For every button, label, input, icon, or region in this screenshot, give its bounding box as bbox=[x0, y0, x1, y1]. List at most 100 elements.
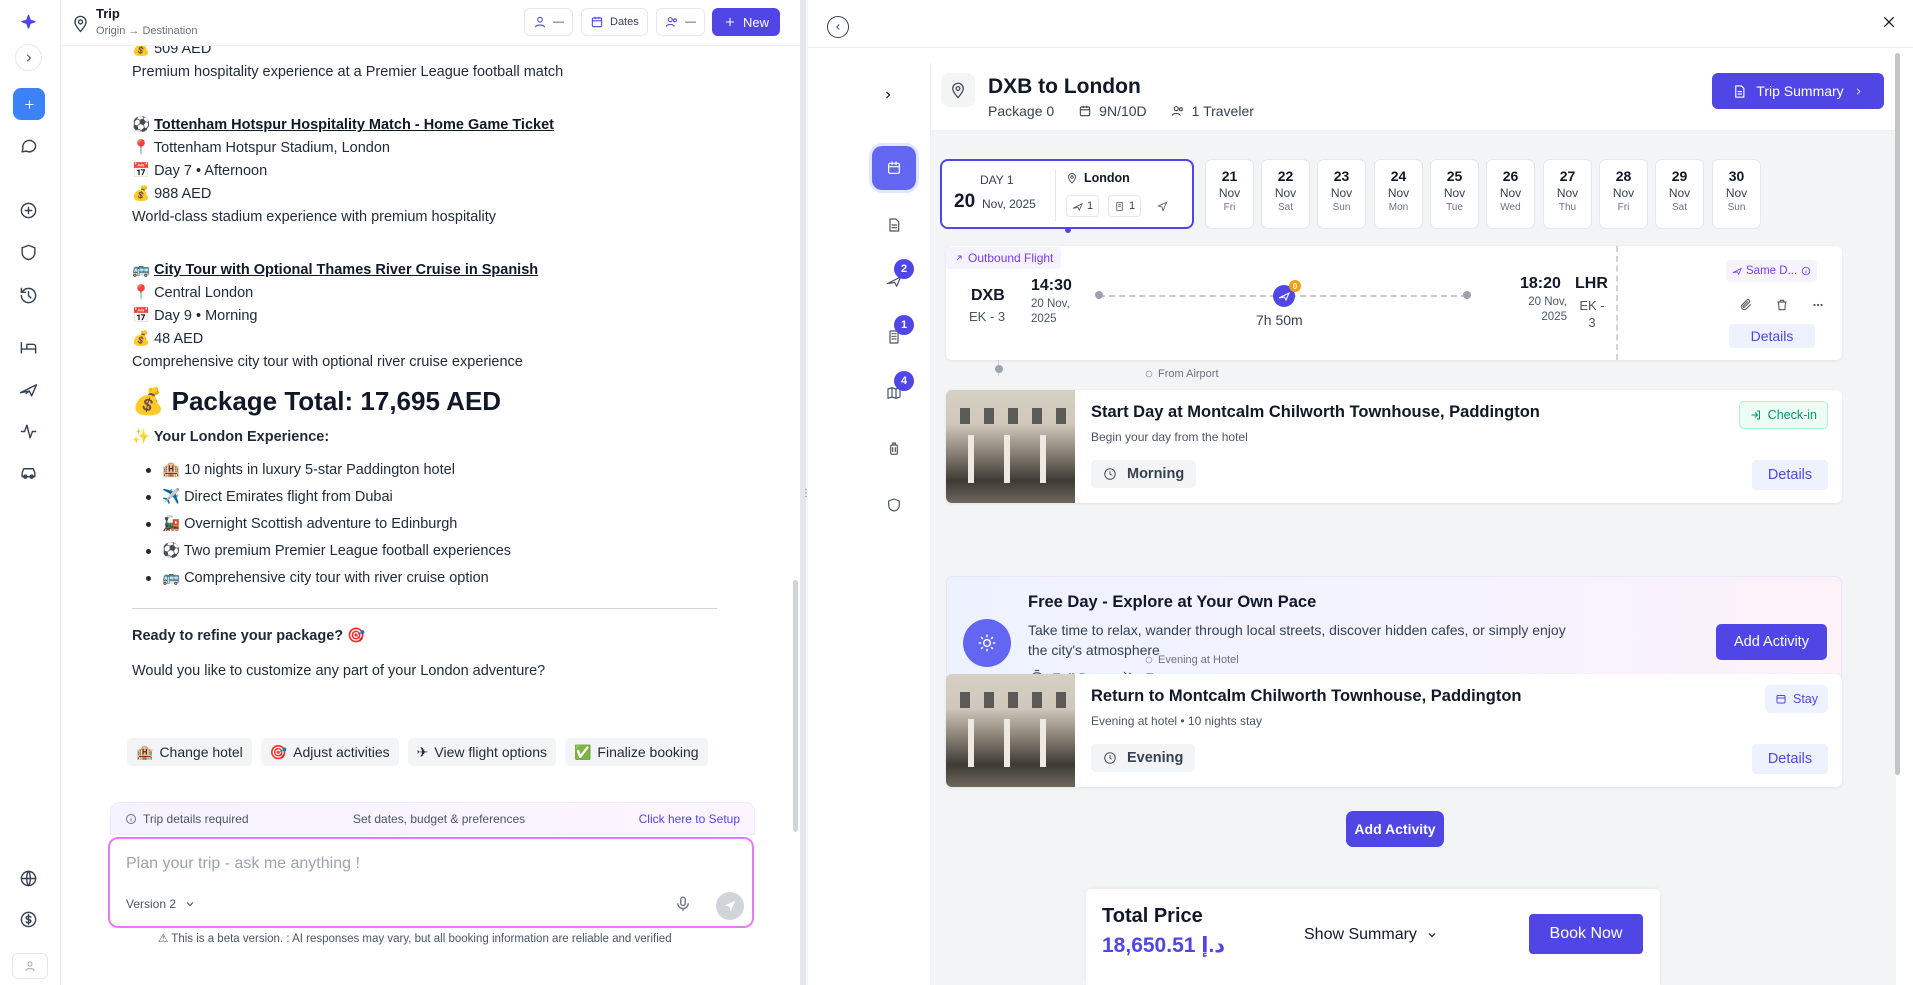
time-of-day-chip: Evening bbox=[1091, 744, 1196, 772]
show-summary-toggle[interactable]: Show Summary bbox=[1304, 926, 1438, 944]
date-chip[interactable]: 28 Nov Fri bbox=[1599, 159, 1648, 229]
luggage-icon bbox=[890, 442, 898, 455]
close-icon[interactable] bbox=[1881, 14, 1901, 34]
history-icon[interactable] bbox=[14, 281, 42, 309]
activity-price: 💰 988 AED bbox=[132, 186, 212, 202]
more-options-icon[interactable] bbox=[1807, 294, 1829, 316]
from-airport-label: From Airport bbox=[1144, 368, 1219, 380]
activity-location: 📍 Tottenham Hotspur Stadium, London bbox=[132, 140, 390, 156]
expand-sidebar-icon[interactable] bbox=[882, 89, 900, 107]
login-icon bbox=[1751, 410, 1760, 420]
clock-icon bbox=[1104, 468, 1116, 480]
hotel-details-button[interactable]: Details bbox=[1752, 460, 1828, 490]
total-price-bar: Total Price 18,650.51 د.إ Show Summary B… bbox=[1086, 889, 1660, 985]
destination-flight-number: EK - 3 bbox=[1579, 298, 1605, 330]
chat-scrollbar[interactable] bbox=[793, 580, 798, 832]
dollar-icon[interactable] bbox=[14, 905, 42, 933]
send-button[interactable] bbox=[716, 892, 744, 920]
globe-icon[interactable] bbox=[14, 864, 42, 892]
change-hotel-chip[interactable]: 🏨 Change hotel bbox=[127, 738, 252, 766]
chevron-right-icon[interactable] bbox=[15, 44, 42, 71]
panel-resize-handle[interactable]: ⋮ bbox=[800, 0, 811, 985]
setup-link[interactable]: Click here to Setup bbox=[639, 812, 740, 826]
hotel-photo bbox=[946, 674, 1075, 787]
total-price-value: 18,650.51 د.إ bbox=[1102, 934, 1226, 957]
plane-icon[interactable] bbox=[14, 375, 42, 403]
activities-tab[interactable]: 4 bbox=[872, 371, 916, 415]
car-icon[interactable] bbox=[14, 459, 42, 487]
stay-tag: Stay bbox=[1764, 685, 1828, 713]
info-icon bbox=[126, 814, 136, 824]
navigate-icon[interactable] bbox=[1152, 195, 1173, 217]
shield-icon[interactable] bbox=[14, 238, 42, 266]
traveler-count: 1 Traveler bbox=[1171, 103, 1254, 119]
date-chip[interactable]: 26 Nov Wed bbox=[1486, 159, 1535, 229]
bed-icon[interactable] bbox=[14, 333, 42, 361]
beta-disclaimer: ⚠ This is a beta version. : AI responses… bbox=[158, 933, 672, 945]
package-name: Package 0 bbox=[988, 103, 1055, 119]
hotel-photo bbox=[946, 390, 1075, 503]
setup-required-text: Trip details required bbox=[143, 812, 249, 826]
divider bbox=[132, 608, 717, 609]
version-selector[interactable]: Version 2 bbox=[126, 897, 196, 911]
finalize-booking-chip[interactable]: ✅ Finalize booking bbox=[564, 738, 708, 766]
date-chip[interactable]: 23 Nov Sun bbox=[1317, 159, 1366, 229]
user-icon[interactable] bbox=[12, 953, 48, 979]
hotel-details-button[interactable]: Details bbox=[1752, 744, 1828, 774]
chat-input[interactable]: Plan your trip - ask me anything ! bbox=[126, 855, 360, 873]
activity-icon[interactable] bbox=[14, 417, 42, 445]
group-pill[interactable]: — bbox=[656, 8, 705, 36]
luggage-tab[interactable] bbox=[872, 427, 916, 471]
date-chip[interactable]: 24 Nov Mon bbox=[1374, 159, 1423, 229]
document-icon bbox=[889, 218, 900, 232]
itinerary-body: 2 1 4 DXB to London Package 0 9N/10D 1 T… bbox=[858, 63, 1896, 985]
list-item: 🏨 10 nights in luxury 5-star Paddington … bbox=[146, 459, 692, 486]
date-chip[interactable]: 29 Nov Sat bbox=[1655, 159, 1704, 229]
activities-count-badge: 4 bbox=[894, 371, 914, 391]
trip-duration: 9N/10D bbox=[1078, 103, 1147, 119]
trip-summary-button[interactable]: Trip Summary bbox=[1712, 73, 1884, 109]
day-flights-count: 1 bbox=[1066, 195, 1100, 217]
sparkle-logo-icon[interactable] bbox=[14, 8, 42, 36]
new-trip-button[interactable]: New bbox=[712, 8, 781, 36]
day-card-selected[interactable]: DAY 1 20 Nov, 2025 London 1 1 bbox=[940, 159, 1194, 233]
trash-icon[interactable] bbox=[1771, 294, 1793, 316]
date-chip[interactable]: 21 Nov Fri bbox=[1205, 159, 1254, 229]
travelers-pill[interactable]: — bbox=[524, 8, 573, 36]
date-chip[interactable]: 22 Nov Sat bbox=[1261, 159, 1310, 229]
chat-bubble-icon[interactable] bbox=[14, 131, 42, 159]
flights-count-badge: 2 bbox=[894, 259, 914, 279]
new-chat-button[interactable] bbox=[13, 88, 45, 120]
flights-tab[interactable]: 2 bbox=[872, 259, 916, 303]
calendar-tab[interactable] bbox=[872, 146, 916, 190]
itinerary-scrollbar[interactable] bbox=[1895, 53, 1900, 775]
document-tab[interactable] bbox=[872, 203, 916, 247]
book-now-button[interactable]: Book Now bbox=[1529, 914, 1643, 954]
activity-when: 📅 Day 7 • Afternoon bbox=[132, 163, 268, 179]
free-day-description: Take time to relax, wander through local… bbox=[1028, 622, 1566, 658]
paperclip-icon[interactable] bbox=[1735, 294, 1757, 316]
plus-circle-icon[interactable] bbox=[14, 196, 42, 224]
dates-pill[interactable]: Dates bbox=[581, 8, 648, 36]
origin-flight-number: EK - 3 bbox=[969, 309, 1006, 324]
view-flight-options-chip[interactable]: ✈ View flight options bbox=[407, 738, 556, 766]
hotels-tab[interactable]: 1 bbox=[872, 315, 916, 359]
date-chip[interactable]: 27 Nov Thu bbox=[1543, 159, 1592, 229]
chat-composer: Plan your trip - ask me anything ! Versi… bbox=[108, 837, 754, 928]
setup-banner: Trip details required Set dates, budget … bbox=[110, 802, 755, 835]
hotel-return-card: Return to Montcalm Chilworth Townhouse, … bbox=[946, 674, 1842, 787]
origin-code: DXB bbox=[971, 287, 1005, 304]
day-hotels-count: 1 bbox=[1108, 195, 1142, 217]
adjust-activities-chip[interactable]: 🎯 Adjust activities bbox=[260, 738, 399, 766]
stops-badge: 0 bbox=[1289, 280, 1301, 292]
back-button[interactable] bbox=[827, 16, 849, 38]
microphone-icon[interactable] bbox=[674, 895, 694, 915]
list-item: ⚽ Two premium Premier League football ex… bbox=[146, 540, 692, 567]
add-activity-button[interactable]: Add Activity bbox=[1346, 811, 1444, 847]
activity-location: 📍 Central London bbox=[132, 285, 254, 301]
add-activity-inline-button[interactable]: Add Activity bbox=[1716, 624, 1827, 660]
insurance-tab[interactable] bbox=[872, 483, 916, 527]
date-chip[interactable]: 30 Nov Sun bbox=[1712, 159, 1761, 229]
flight-details-button[interactable]: Details bbox=[1729, 324, 1815, 348]
date-chip[interactable]: 25 Nov Tue bbox=[1430, 159, 1479, 229]
